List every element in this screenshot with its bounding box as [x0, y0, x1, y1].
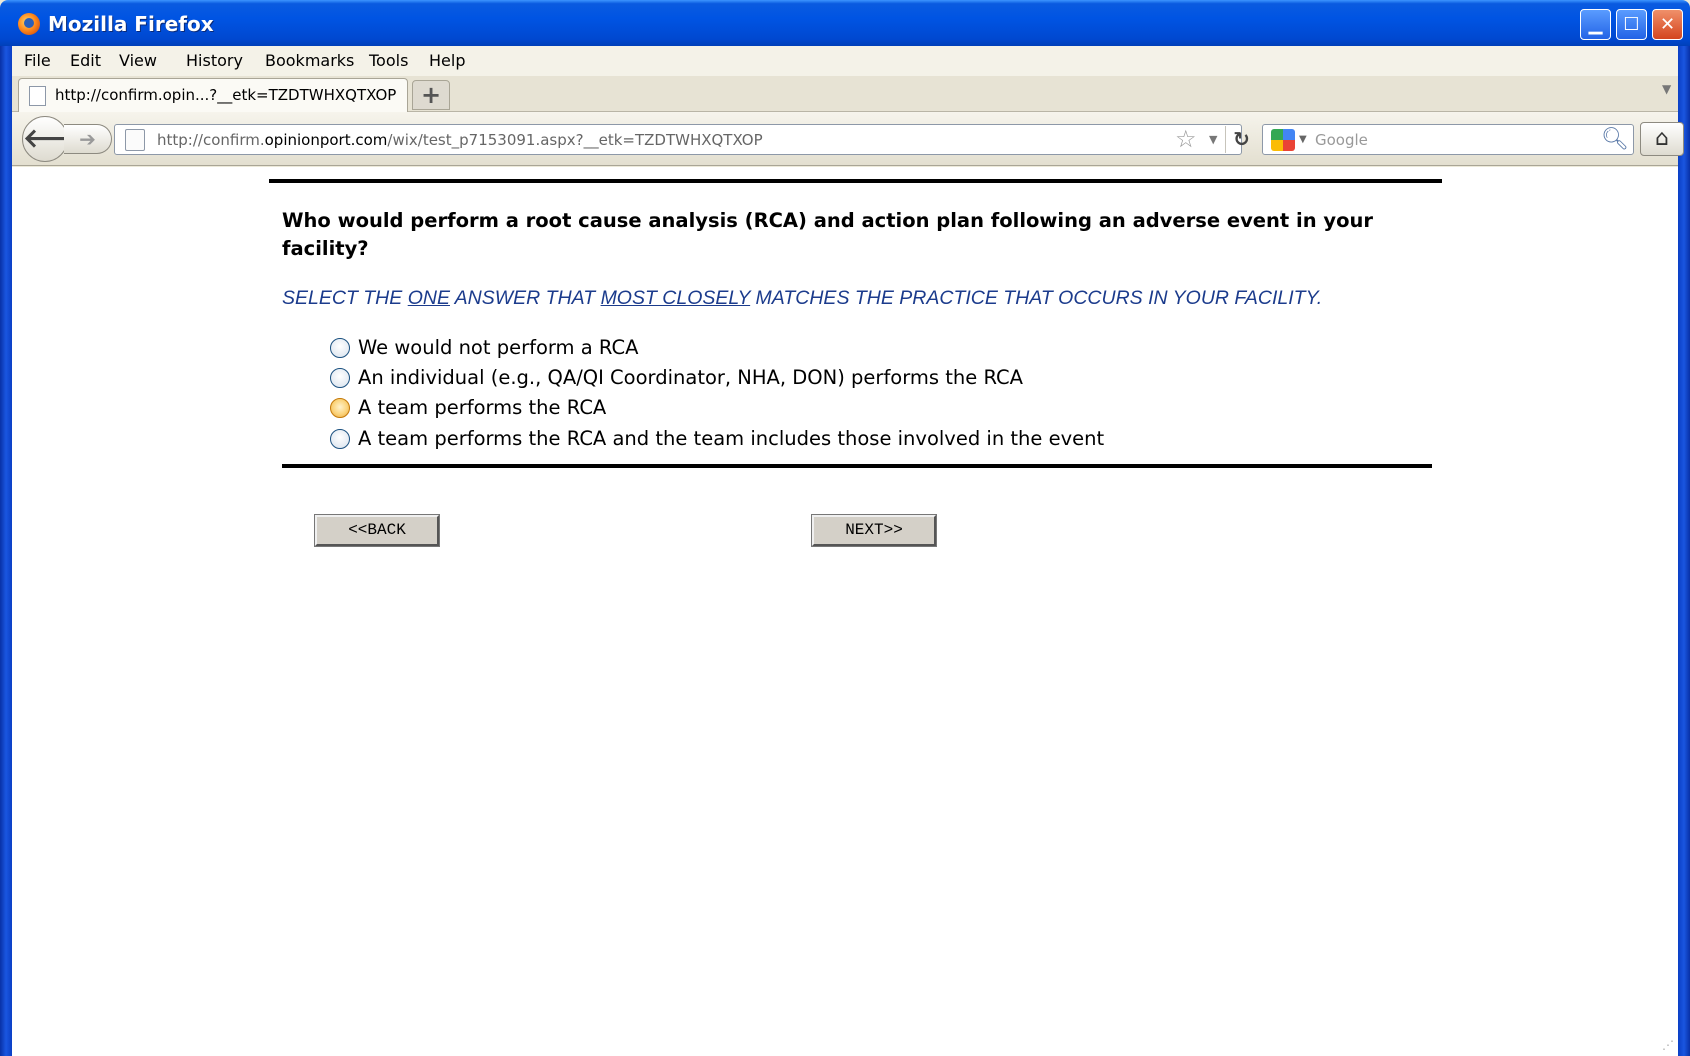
- radio-button-hovered[interactable]: [330, 398, 350, 418]
- url-prefix: http://confirm.: [157, 131, 265, 149]
- url-dropdown-icon[interactable]: ▼: [1209, 133, 1217, 146]
- answer-label[interactable]: An individual (e.g., QA/QI Coordinator, …: [358, 366, 1023, 389]
- firefox-icon: [18, 13, 40, 35]
- window-frame-right: [1678, 46, 1690, 1056]
- answer-label[interactable]: We would not perform a RCA: [358, 336, 638, 359]
- search-input[interactable]: Google: [1315, 131, 1368, 149]
- title-bar[interactable]: Mozilla Firefox ▁ ☐ ✕: [0, 0, 1690, 46]
- instruction-text-3: MATCHES THE PRACTICE THAT OCCURS IN YOUR…: [750, 287, 1323, 309]
- close-button[interactable]: ✕: [1652, 9, 1683, 40]
- answer-label[interactable]: A team performs the RCA and the team inc…: [358, 427, 1104, 450]
- instruction-text-2: ANSWER THAT: [449, 287, 601, 309]
- magnifier-icon[interactable]: 🔍︎: [1601, 127, 1629, 152]
- maximize-button[interactable]: ☐: [1616, 9, 1647, 40]
- menu-bookmarks[interactable]: Bookmarks: [265, 51, 354, 70]
- instruction-emphasis-2: MOST CLOSELY: [600, 287, 751, 309]
- window-frame-left: [0, 46, 12, 1056]
- search-engine-dropdown-icon[interactable]: ▼: [1299, 134, 1307, 145]
- url-host: opinionport.com: [264, 131, 388, 149]
- radio-button[interactable]: [330, 368, 350, 388]
- radio-button[interactable]: [330, 338, 350, 358]
- survey-next-button[interactable]: NEXT>>: [811, 514, 937, 547]
- home-icon: ⌂: [1655, 126, 1669, 151]
- menu-tools[interactable]: Tools: [369, 51, 408, 70]
- radio-button[interactable]: [330, 429, 350, 449]
- menu-bar: File Edit View History Bookmarks Tools H…: [12, 46, 1678, 76]
- menu-view[interactable]: View: [119, 51, 157, 70]
- search-bar[interactable]: ▼ Google 🔍︎: [1262, 124, 1634, 155]
- address-bar[interactable]: http://confirm.opinionport.com/wix/test_…: [114, 124, 1250, 155]
- answer-label[interactable]: A team performs the RCA: [358, 396, 606, 419]
- tab-list-chevron-icon[interactable]: ▼: [1662, 82, 1671, 96]
- answer-option[interactable]: A team performs the RCA and the team inc…: [330, 425, 1180, 453]
- tab-label: http://confirm.opin...?__etk=TZDTWHXQTXO…: [55, 86, 397, 104]
- back-button[interactable]: 🡐: [22, 116, 93, 162]
- plus-icon: +: [420, 81, 442, 109]
- page-content: Who would perform a root cause analysis …: [12, 167, 1678, 1056]
- reload-button[interactable]: ↻: [1225, 126, 1257, 153]
- minimize-button[interactable]: ▁: [1580, 9, 1611, 40]
- forward-button[interactable]: ➔: [64, 124, 112, 154]
- answer-option[interactable]: An individual (e.g., QA/QI Coordinator, …: [330, 364, 1180, 392]
- resize-grip-icon[interactable]: ⋰: [1662, 1038, 1674, 1052]
- menu-history[interactable]: History: [186, 51, 243, 70]
- bottom-divider: [282, 464, 1432, 468]
- tab-active[interactable]: http://confirm.opin...?__etk=TZDTWHXQTXO…: [18, 78, 408, 112]
- url-text[interactable]: http://confirm.opinionport.com/wix/test_…: [157, 131, 763, 149]
- survey-question: Who would perform a root cause analysis …: [282, 209, 1373, 260]
- star-icon[interactable]: ☆: [1175, 125, 1197, 153]
- survey-instruction: SELECT THE ONE ANSWER THAT MOST CLOSELY …: [282, 287, 1322, 310]
- top-divider: [269, 179, 1442, 183]
- instruction-emphasis-1: ONE: [407, 287, 450, 309]
- page-icon: [29, 86, 46, 106]
- menu-help[interactable]: Help: [429, 51, 465, 70]
- google-icon[interactable]: [1271, 129, 1295, 151]
- menu-edit[interactable]: Edit: [70, 51, 101, 70]
- forward-arrow-icon: ➔: [79, 127, 96, 151]
- survey-back-button[interactable]: <<BACK: [314, 514, 440, 547]
- tab-bar: http://confirm.opin...?__etk=TZDTWHXQTXO…: [12, 76, 1678, 112]
- instruction-text-1: SELECT THE: [282, 287, 408, 309]
- browser-window: Mozilla Firefox ▁ ☐ ✕ File Edit View His…: [0, 0, 1690, 1056]
- url-suffix: /wix/test_p7153091.aspx?__etk=TZDTWHXQTX…: [387, 131, 763, 149]
- answer-option[interactable]: A team performs the RCA: [330, 394, 1180, 422]
- page-identity-icon[interactable]: [125, 129, 145, 151]
- home-button[interactable]: ⌂: [1640, 122, 1684, 156]
- menu-file[interactable]: File: [24, 51, 51, 70]
- navigation-toolbar: 🡐 ➔ http://confirm.opinionport.com/wix/t…: [12, 112, 1684, 166]
- answer-option[interactable]: We would not perform a RCA: [330, 334, 1180, 362]
- reload-icon: ↻: [1233, 127, 1250, 151]
- window-title: Mozilla Firefox: [48, 12, 214, 36]
- new-tab-button[interactable]: +: [412, 80, 450, 110]
